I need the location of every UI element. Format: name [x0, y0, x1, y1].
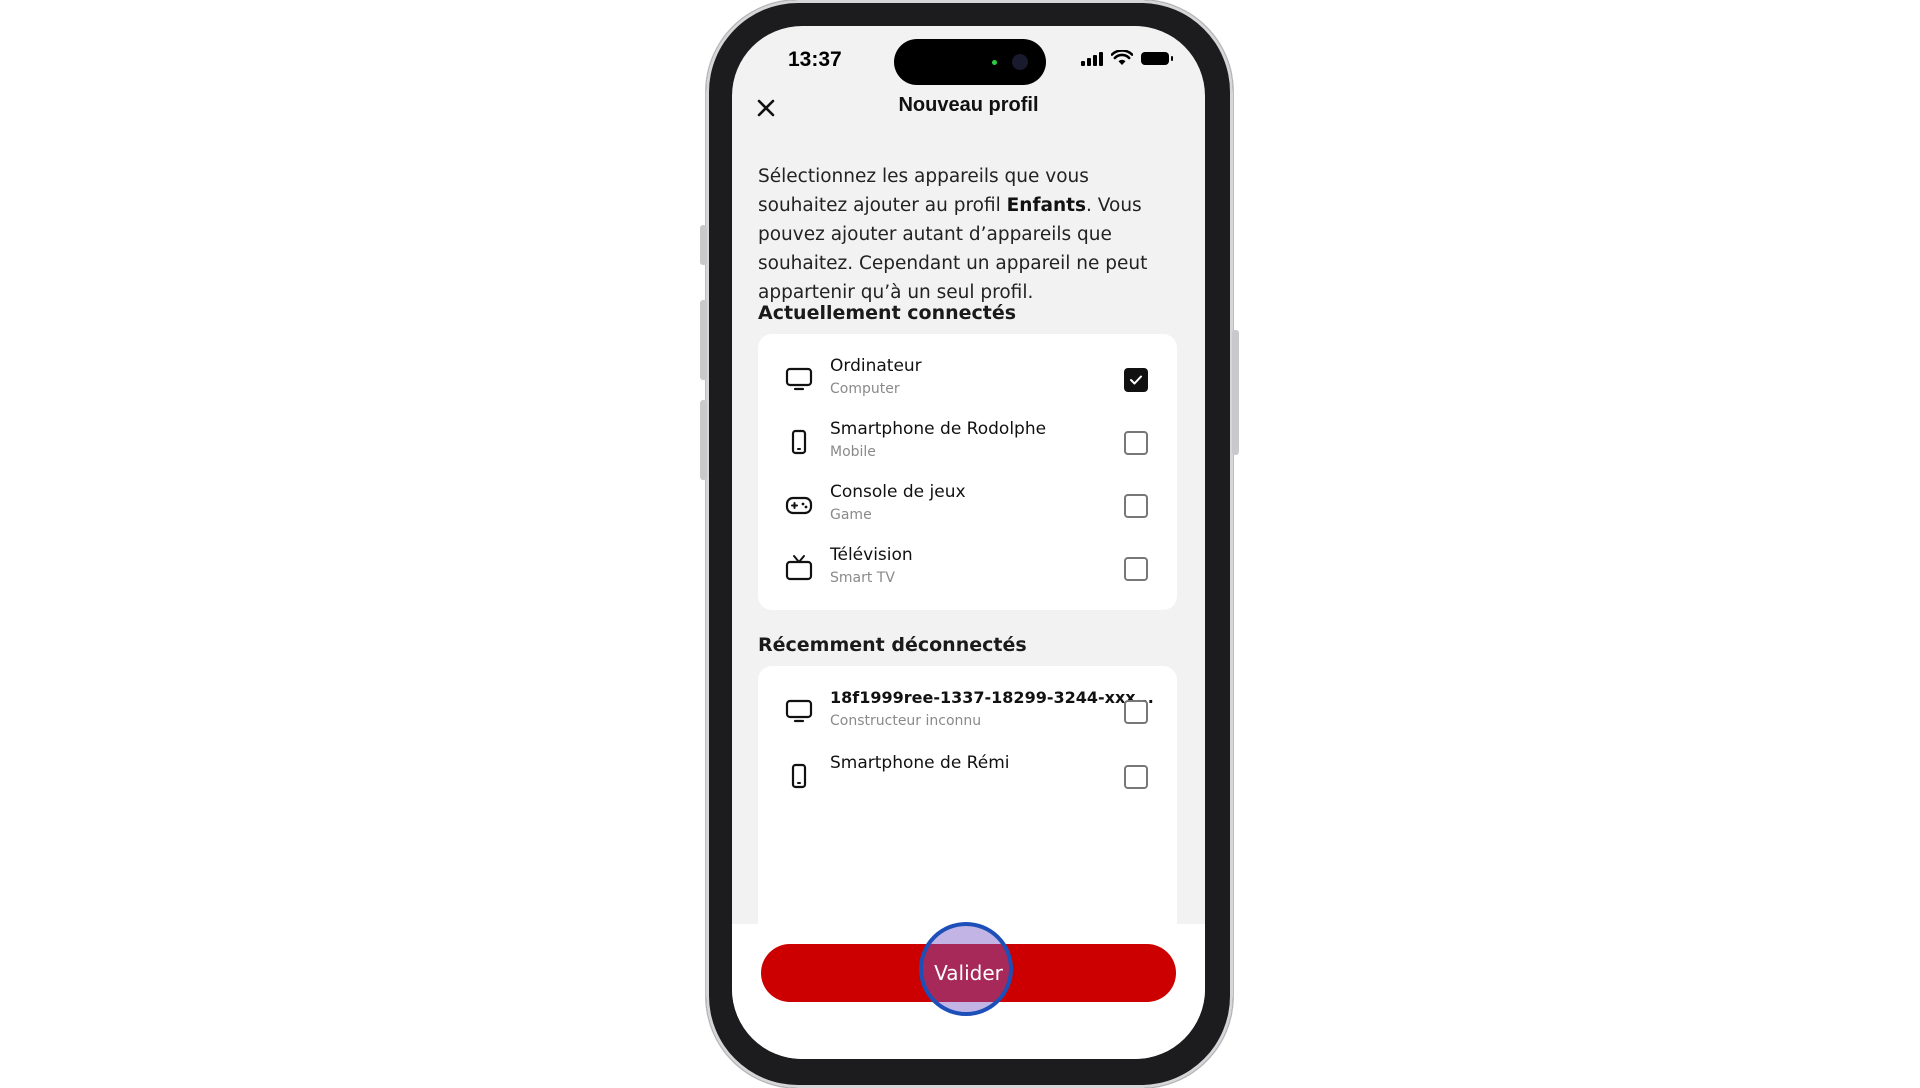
power-button: [1232, 330, 1239, 455]
volume-up-button: [700, 300, 707, 380]
device-row[interactable]: Smartphone de Rémi: [758, 743, 1177, 807]
monitor-icon: [785, 367, 813, 391]
tv-icon: [785, 555, 813, 581]
device-type: Computer: [830, 381, 900, 397]
disconnected-devices-card: 18f1999ree-1337-18299-3244-xxx... Constr…: [758, 666, 1177, 966]
bottom-action-bar: Valider: [732, 922, 1205, 1059]
device-checkbox[interactable]: [1124, 368, 1148, 392]
device-type: Game: [830, 507, 872, 523]
device-name: 18f1999ree-1337-18299-3244-xxx...: [830, 688, 1154, 707]
device-name: Télévision: [830, 545, 913, 565]
device-checkbox[interactable]: [1124, 557, 1148, 581]
status-icons: [1081, 50, 1173, 66]
device-row[interactable]: Télévision Smart TV: [758, 535, 1177, 599]
device-type: Smart TV: [830, 570, 895, 586]
camera-indicator: [992, 60, 997, 65]
device-name: Smartphone de Rémi: [830, 753, 1010, 773]
volume-down-button: [700, 400, 707, 480]
device-type: Constructeur inconnu: [830, 713, 982, 729]
device-name: Console de jeux: [830, 482, 966, 502]
device-row[interactable]: Console de jeux Game: [758, 472, 1177, 536]
section-title-disconnected: Récemment déconnectés: [758, 634, 1027, 656]
connected-devices-card: Ordinateur Computer Smartphone de Rodolp…: [758, 334, 1177, 610]
device-row[interactable]: Ordinateur Computer: [758, 346, 1177, 410]
page-title: Nouveau profil: [898, 94, 1039, 116]
device-row[interactable]: 18f1999ree-1337-18299-3244-xxx... Constr…: [758, 678, 1177, 742]
device-checkbox[interactable]: [1124, 700, 1148, 724]
device-checkbox[interactable]: [1124, 494, 1148, 518]
device-type: Mobile: [830, 444, 876, 460]
device-checkbox[interactable]: [1124, 765, 1148, 789]
checkmark-icon: [1130, 375, 1142, 385]
phone-screen: 13:37 Nouveau profil Sélectionnez les ap…: [732, 26, 1205, 1059]
profile-name: Enfants: [1006, 195, 1087, 216]
cellular-signal-icon: [1081, 50, 1103, 66]
gamepad-icon: [785, 496, 813, 515]
status-time: 13:37: [788, 48, 842, 71]
section-title-connected: Actuellement connectés: [758, 302, 1017, 324]
dynamic-island: [894, 39, 1046, 85]
device-name: Smartphone de Rodolphe: [830, 419, 1047, 439]
battery-icon: [1141, 51, 1173, 65]
front-camera: [1012, 54, 1028, 70]
intro-text: Sélectionnez les appareils que vous souh…: [758, 162, 1178, 307]
action-button: [700, 225, 707, 265]
device-checkbox[interactable]: [1124, 431, 1148, 455]
validate-button[interactable]: [761, 944, 1176, 1002]
device-row[interactable]: Smartphone de Rodolphe Mobile: [758, 409, 1177, 473]
smartphone-icon: [791, 763, 807, 789]
device-name: Ordinateur: [830, 356, 922, 376]
wifi-icon: [1111, 50, 1133, 65]
smartphone-icon: [791, 429, 807, 455]
monitor-icon: [785, 699, 813, 723]
